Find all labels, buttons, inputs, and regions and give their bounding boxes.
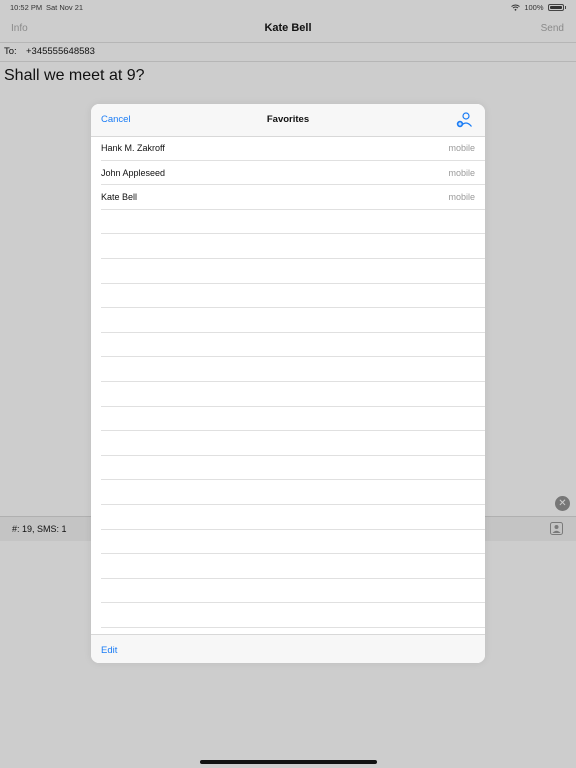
contact-name: Hank M. Zakroff [101, 143, 165, 153]
sheet-header: Cancel Favorites [91, 104, 485, 137]
edit-button[interactable]: Edit [101, 645, 117, 656]
wifi-icon [511, 4, 521, 11]
status-right: 100% [511, 3, 566, 12]
empty-row [101, 333, 485, 358]
person-plus-icon[interactable] [456, 111, 474, 129]
empty-row [101, 530, 485, 555]
empty-row [101, 382, 485, 407]
recipient-divider [0, 61, 576, 62]
empty-row [101, 407, 485, 432]
battery-tip [564, 6, 566, 9]
empty-row [101, 308, 485, 333]
empty-row [101, 234, 485, 259]
empty-row [101, 259, 485, 284]
contact-card-icon[interactable] [550, 522, 563, 535]
nav-title: Kate Bell [264, 22, 312, 34]
recipient-value[interactable]: +345555648583 [26, 46, 95, 57]
contact-phone-type: mobile [448, 167, 475, 178]
status-date: Sat Nov 21 [46, 3, 84, 12]
contact-row[interactable]: Kate Bell mobile [101, 185, 485, 210]
recipient-row[interactable]: To: +345555648583 [0, 43, 576, 60]
contact-name: Kate Bell [101, 192, 138, 203]
empty-row [101, 357, 485, 382]
nav-bar: Info Kate Bell Send [0, 14, 576, 42]
message-text[interactable]: Shall we meet at 9? [4, 67, 145, 85]
empty-row [101, 284, 485, 309]
status-bar: 10:52 PM Sat Nov 21 100% [0, 0, 576, 14]
contact-row[interactable]: Hank M. Zakroff mobile [101, 136, 485, 161]
sheet-footer: Edit [91, 634, 485, 663]
empty-row [101, 505, 485, 530]
home-indicator [200, 760, 377, 764]
send-button[interactable]: Send [541, 23, 564, 34]
message-counter: #: 19, SMS: 1 [12, 524, 67, 534]
favorites-sheet: Cancel Favorites Hank M. Zakroff mobile Jo… [91, 104, 485, 663]
empty-row [101, 210, 485, 235]
contact-row[interactable]: John Appleseed mobile [101, 161, 485, 186]
contact-phone-type: mobile [448, 192, 475, 203]
empty-row [101, 431, 485, 456]
empty-row [101, 554, 485, 579]
battery-icon [547, 4, 564, 11]
favorites-list: Hank M. Zakroff mobile John Appleseed mobil… [91, 136, 485, 634]
empty-row [101, 579, 485, 604]
contact-phone-type: mobile [448, 143, 475, 153]
empty-row [101, 456, 485, 481]
empty-row [101, 603, 485, 628]
sheet-title: Favorites [266, 114, 310, 125]
battery-percent: 100% [524, 3, 544, 12]
empty-row [101, 480, 485, 505]
clear-icon[interactable]: ✕ [555, 496, 570, 511]
status-time: 10:52 PM [10, 3, 43, 12]
contact-name: John Appleseed [101, 167, 166, 178]
to-label: To: [4, 46, 17, 57]
